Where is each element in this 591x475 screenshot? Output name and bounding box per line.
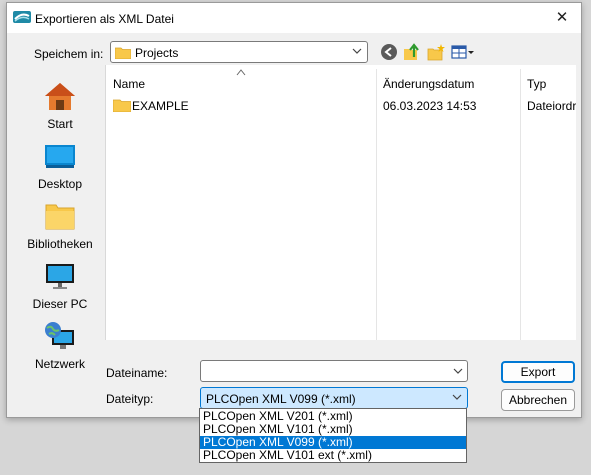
place-this-pc[interactable]: Dieser PC [17, 255, 103, 313]
filetype-label: Dateityp: [106, 392, 154, 406]
place-start[interactable]: Start [17, 75, 103, 133]
place-libraries[interactable]: Bibliotheken [17, 195, 103, 253]
close-icon: ✕ [555, 9, 569, 26]
export-dialog: Exportieren als XML Datei ✕ Speichem in:… [6, 2, 582, 418]
cancel-button[interactable]: Abbrechen [501, 389, 575, 411]
place-label: Dieser PC [32, 297, 88, 311]
filename-label: Dateiname: [106, 366, 168, 380]
chevron-down-icon [452, 394, 462, 400]
view-menu-icon[interactable] [451, 43, 475, 61]
places-bar: Start Desktop Bibliotheken Dieser PC Net… [17, 65, 103, 371]
sort-ascending-icon [236, 69, 246, 76]
close-button[interactable]: ✕ [551, 8, 573, 28]
place-label: Desktop [37, 177, 83, 191]
file-row[interactable]: EXAMPLE 06.03.2023 14:53 Dateiordr [106, 95, 576, 115]
this-pc-icon [46, 264, 74, 289]
new-folder-icon[interactable] [427, 43, 445, 61]
app-icon [13, 11, 31, 23]
save-in-combobox[interactable]: Projects [110, 41, 368, 63]
chevron-down-icon [352, 48, 362, 54]
place-desktop[interactable]: Desktop [17, 135, 103, 193]
file-name: EXAMPLE [132, 99, 189, 113]
file-type: Dateiordr [527, 99, 576, 113]
home-icon [45, 83, 75, 110]
save-in-label: Speichem in: [34, 47, 104, 61]
chevron-down-icon[interactable] [452, 365, 464, 377]
place-label: Start [47, 117, 73, 131]
folder-icon [113, 99, 131, 112]
save-in-value: Projects [135, 46, 179, 60]
column-header-name[interactable]: Name [113, 77, 145, 91]
back-icon[interactable] [380, 43, 398, 61]
filetype-dropdown-list[interactable]: PLCOpen XML V201 (*.xml) PLCOpen XML V10… [199, 408, 467, 463]
filetype-value: PLCOpen XML V099 (*.xml) [206, 392, 356, 406]
filetype-combobox[interactable]: PLCOpen XML V099 (*.xml) [200, 387, 468, 409]
window-title: Exportieren als XML Datei [35, 12, 174, 26]
file-list[interactable]: Name Änderungsdatum Typ EXAMPLE 06.03.20… [105, 65, 576, 340]
export-button[interactable]: Export [501, 361, 575, 383]
network-icon [45, 322, 74, 349]
filename-input[interactable] [200, 360, 468, 382]
column-header-type[interactable]: Typ [527, 77, 546, 91]
file-date: 06.03.2023 14:53 [383, 99, 477, 113]
place-label: Bibliotheken [27, 237, 93, 251]
desktop-icon [45, 145, 75, 168]
place-network[interactable]: Netzwerk [17, 315, 103, 373]
column-header-date[interactable]: Änderungsdatum [383, 77, 474, 91]
place-label: Netzwerk [34, 357, 85, 371]
up-folder-icon[interactable] [403, 43, 421, 61]
title-bar: Exportieren als XML Datei ✕ [7, 3, 581, 33]
folder-icon [115, 47, 131, 59]
filetype-option[interactable]: PLCOpen XML V101 ext (*.xml) [200, 449, 466, 462]
libraries-icon [45, 204, 75, 230]
